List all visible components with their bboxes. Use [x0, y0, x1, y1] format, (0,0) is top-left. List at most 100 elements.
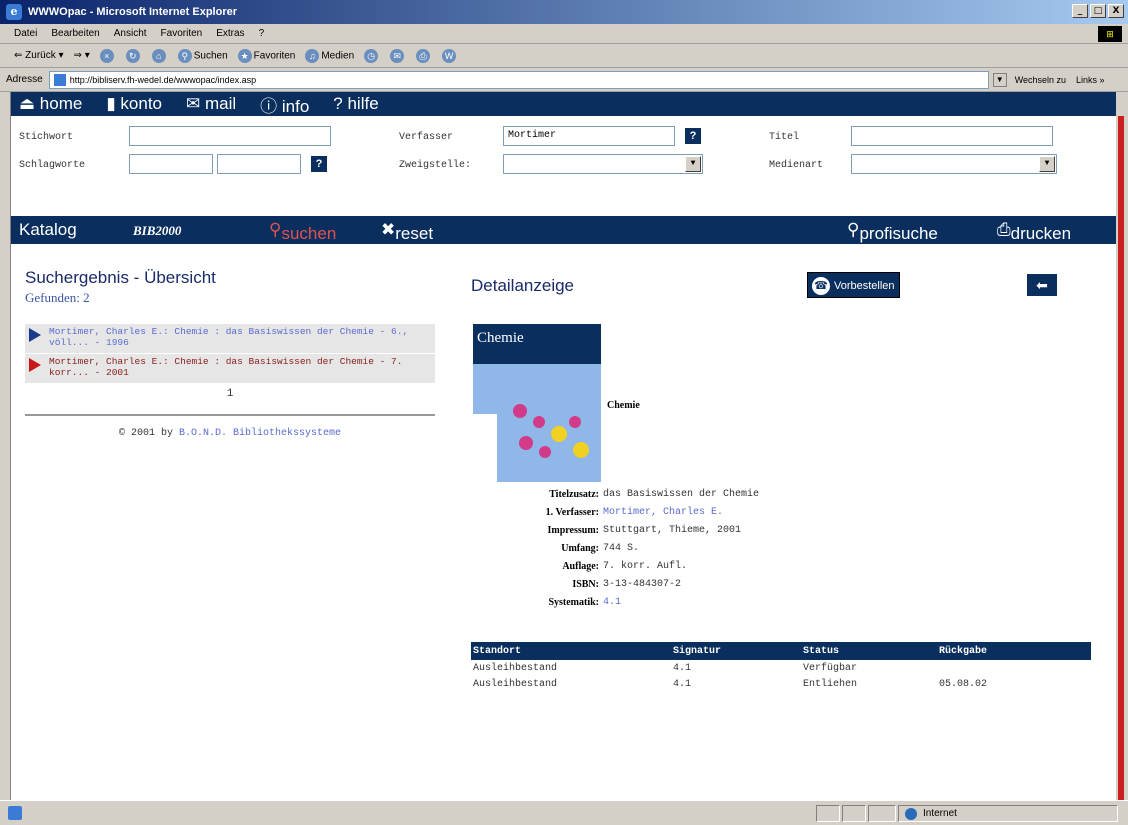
- catalog-bar: Katalog BIB2000 ⚲ suchen ✖ reset ⚲ profis…: [11, 216, 1116, 244]
- field-row: 1. Verfasser: Mortimer, Charles E.: [471, 504, 759, 522]
- menu-bearbeiten[interactable]: Bearbeiten: [51, 28, 99, 39]
- reset-button[interactable]: ✖ reset: [381, 220, 433, 243]
- accent-bar: [1118, 116, 1124, 800]
- detail-fields: Titelzusatz: das Basiswissen der Chemie 1…: [471, 486, 759, 612]
- play-icon: [29, 358, 41, 372]
- table-header: Standort Signatur Status Rückgabe: [471, 642, 1091, 660]
- history-icon[interactable]: ◷: [364, 48, 379, 63]
- favorites-button[interactable]: ★ Favoriten: [237, 48, 295, 63]
- nav-hilfe[interactable]: ? hilfe: [333, 94, 378, 114]
- systematik-link[interactable]: 4.1: [603, 594, 621, 612]
- cover-caption: Chemie: [607, 400, 640, 411]
- play-icon: [29, 328, 41, 342]
- copyright: © 2001 by B.O.N.D. Bibliothekssysteme: [118, 428, 342, 439]
- maximize-button[interactable]: □: [1090, 4, 1106, 18]
- forward-button[interactable]: ⇒ ▾: [74, 50, 90, 61]
- menu-favoriten[interactable]: Favoriten: [161, 28, 203, 39]
- medienart-label: Medienart: [769, 160, 824, 171]
- page-content: ⏏ home ▮ konto ✉ mail ⓘ info ? hilfe Sti…: [10, 92, 1116, 800]
- go-button[interactable]: Wechseln zu: [1015, 75, 1066, 85]
- list-item[interactable]: Mortimer, Charles E.: Chemie : das Basis…: [25, 354, 435, 384]
- address-bar: Adresse http://bibliserv.fh-wedel.de/www…: [0, 68, 1128, 92]
- zweigstelle-label: Zweigstelle:: [399, 160, 472, 171]
- ie-icon: e: [6, 4, 22, 20]
- schlagworte-help-button[interactable]: ?: [311, 156, 327, 172]
- windows-logo-icon: ⊞: [1098, 26, 1122, 42]
- results-title: Suchergebnis - Übersicht: [25, 268, 216, 287]
- toolbar: ⇐ Zurück ▾ ⇒ ▾ × ↻ ⌂ ⚲ Suchen ★ Favoriten …: [0, 44, 1128, 68]
- minimize-button[interactable]: _: [1072, 4, 1088, 18]
- author-link[interactable]: Mortimer, Charles E.: [603, 504, 723, 522]
- stichwort-input[interactable]: [129, 126, 331, 146]
- globe-icon: [905, 808, 917, 820]
- address-dropdown-icon[interactable]: ▼: [992, 72, 1007, 87]
- search-icon: ⚲: [177, 48, 192, 63]
- detail-title: Detailanzeige: [471, 276, 575, 295]
- menu-datei[interactable]: Datei: [14, 28, 37, 39]
- schlagworte-input-1[interactable]: [129, 154, 213, 174]
- close-button[interactable]: X: [1108, 4, 1124, 18]
- schlagworte-input-2[interactable]: [217, 154, 301, 174]
- browser-window: e WWWOpac - Microsoft Internet Explorer …: [0, 0, 1128, 825]
- top-nav: ⏏ home ▮ konto ✉ mail ⓘ info ? hilfe: [11, 92, 1116, 116]
- address-input[interactable]: http://bibliserv.fh-wedel.de/wwwopac/ind…: [48, 70, 989, 89]
- book-cover: Chemie: [473, 324, 601, 482]
- home-icon[interactable]: ⌂: [151, 48, 166, 63]
- search-button[interactable]: ⚲ Suchen: [177, 48, 228, 63]
- menu-extras[interactable]: Extras: [216, 28, 244, 39]
- menu-bar: Datei Bearbeiten Ansicht Favoriten Extra…: [0, 24, 1128, 44]
- profisuche-button[interactable]: ⚲ profisuche: [847, 220, 938, 243]
- search-form: Stichwort Schlagworte ? Verfasser Mortim…: [11, 116, 1116, 216]
- menu-help[interactable]: ?: [259, 28, 265, 39]
- verfasser-input[interactable]: Mortimer: [503, 126, 675, 146]
- holdings-table: Standort Signatur Status Rückgabe Auslei…: [471, 642, 1091, 692]
- page-number[interactable]: 1: [25, 388, 435, 400]
- links-button[interactable]: Links »: [1076, 75, 1105, 85]
- media-button[interactable]: ♫ Medien: [305, 48, 354, 63]
- media-icon: ♫: [305, 48, 320, 63]
- mail-icon[interactable]: ✉: [390, 48, 405, 63]
- divider: [25, 414, 435, 416]
- stop-icon[interactable]: ×: [99, 48, 114, 63]
- stichwort-label: Stichwort: [19, 132, 74, 143]
- vorbestellen-button[interactable]: ☎ Vorbestellen: [807, 272, 900, 298]
- verfasser-help-button[interactable]: ?: [685, 128, 701, 144]
- field-row: ISBN: 3-13-484307-2: [572, 579, 682, 590]
- zweigstelle-select[interactable]: ▼: [503, 154, 703, 174]
- phone-icon: ☎: [812, 277, 830, 295]
- list-item[interactable]: Mortimer, Charles E.: Chemie : das Basis…: [25, 324, 435, 354]
- drucken-button[interactable]: ⎙ drucken: [997, 220, 1071, 243]
- results-list: Mortimer, Charles E.: Chemie : das Basis…: [25, 324, 435, 384]
- table-row: Ausleihbestand 4.1 Verfügbar: [473, 662, 858, 674]
- titel-label: Titel: [769, 132, 800, 143]
- table-row: Ausleihbestand 4.1 Entliehen 05.08.02: [473, 678, 988, 690]
- schlagworte-label: Schlagworte: [19, 160, 86, 171]
- titel-input[interactable]: [851, 126, 1053, 146]
- nav-mail[interactable]: ✉ mail: [186, 94, 236, 114]
- nav-info[interactable]: ⓘ info: [260, 92, 309, 117]
- suchen-button[interactable]: ⚲ suchen: [269, 220, 336, 243]
- field-row: Titelzusatz: das Basiswissen der Chemie: [549, 489, 760, 500]
- nav-konto[interactable]: ▮ konto: [106, 94, 162, 114]
- refresh-icon[interactable]: ↻: [125, 48, 140, 63]
- bond-link[interactable]: B.O.N.D. Bibliothekssysteme: [179, 428, 341, 439]
- favorites-icon: ★: [237, 48, 252, 63]
- back-button[interactable]: ⇐ Zurück ▾: [14, 50, 64, 61]
- print-icon[interactable]: ⎙: [416, 48, 431, 63]
- title-bar: e WWWOpac - Microsoft Internet Explorer …: [0, 0, 1128, 24]
- status-bar: Internet: [0, 800, 1128, 825]
- back-label: Zurück: [25, 50, 56, 61]
- medienart-select[interactable]: ▼: [851, 154, 1057, 174]
- chevron-down-icon: ▼: [1039, 156, 1055, 172]
- back-arrow-button[interactable]: ⬅: [1027, 274, 1057, 296]
- katalog-label: Katalog: [19, 220, 77, 239]
- edit-icon[interactable]: W: [442, 48, 457, 63]
- menu-ansicht[interactable]: Ansicht: [114, 28, 147, 39]
- field-row: Auflage: 7. korr. Aufl.: [562, 561, 688, 572]
- chevron-down-icon: ▼: [685, 156, 701, 172]
- bib-logo: BIB2000: [133, 223, 182, 238]
- found-count: Gefunden: 2: [25, 290, 90, 305]
- nav-home[interactable]: ⏏ home: [19, 94, 82, 114]
- page-icon: [53, 73, 66, 86]
- window-title: WWWOpac - Microsoft Internet Explorer: [28, 6, 238, 18]
